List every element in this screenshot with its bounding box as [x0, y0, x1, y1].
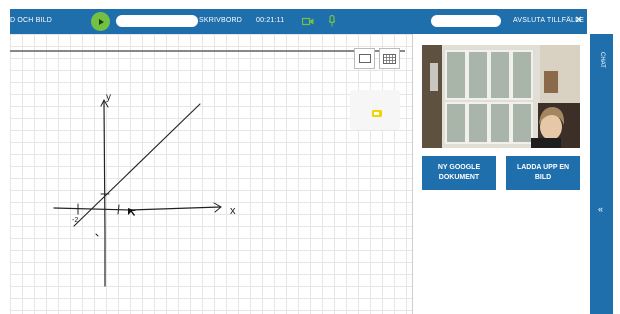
whiteboard-canvas[interactable]: y x -2 — [10, 34, 412, 314]
microphone-icon[interactable] — [328, 15, 336, 27]
chat-sidebar[interactable]: CHAT « — [590, 34, 613, 314]
close-icon[interactable]: × — [575, 14, 582, 26]
upload-image-button[interactable]: LADDA UPP EN BILD — [506, 156, 580, 190]
play-icon — [98, 18, 104, 25]
right-panel: NY GOOGLE DOKUMENT LADDA UPP EN BILD — [412, 34, 580, 314]
x-axis-label: x — [230, 205, 236, 217]
user-name-pill — [431, 15, 501, 27]
tab-label-left[interactable]: D OCH BILD — [10, 17, 52, 24]
new-google-doc-label-line2: DOKUMENT — [438, 174, 480, 181]
session-timer: 00:21:11 — [256, 17, 285, 24]
chat-label[interactable]: CHAT — [599, 52, 605, 68]
y-axis-label: y — [106, 92, 111, 103]
collapse-chevron-icon[interactable]: « — [598, 204, 603, 214]
mouse-cursor-icon — [128, 208, 136, 216]
whiteboard-tab[interactable]: SKRIVBORD — [199, 17, 242, 24]
webcam-image — [422, 45, 580, 148]
new-google-doc-label-line1: NY GOOGLE — [437, 164, 481, 171]
upload-image-label-line1: LADDA UPP EN — [516, 164, 570, 171]
video-camera-icon[interactable] — [302, 17, 314, 26]
video-feed — [422, 45, 580, 148]
hand-drawn-graph: y x -2 — [53, 92, 236, 287]
session-top-bar: D OCH BILD SKRIVBORD 00:21:11 AVSLUTA TI… — [10, 9, 587, 34]
end-session-button[interactable]: AVSLUTA TILLFÄLLE — [513, 17, 584, 24]
new-google-doc-button[interactable]: NY GOOGLE DOKUMENT — [422, 156, 496, 190]
participant-name-pill — [116, 15, 198, 27]
play-button[interactable] — [91, 12, 110, 31]
x-intercept-label: -2 — [72, 217, 78, 224]
upload-image-label-line2: BILD — [534, 174, 552, 181]
